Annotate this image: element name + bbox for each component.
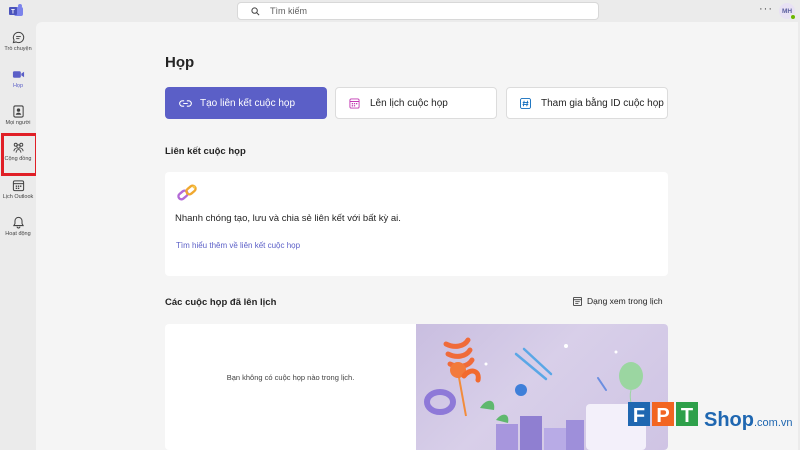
schedule-meeting-button[interactable]: Lên lịch cuộc họp — [335, 87, 497, 119]
join-with-id-label: Tham gia bằng ID cuộc họp — [541, 97, 664, 109]
sidebar-item-activity[interactable]: Hoạt động — [0, 216, 36, 237]
scheduled-meetings-card: Bạn không có cuộc họp nào trong lịch. — [165, 324, 668, 450]
meetings-panel: Họp Tạo liên kết cuộc họp Lên lịch cuộc … — [36, 22, 798, 450]
sidebar-item-label: Lịch Outlook — [2, 194, 34, 200]
link-icon — [179, 99, 192, 107]
top-bar: T Tìm kiếm ··· MH — [0, 0, 800, 22]
teams-logo-icon[interactable]: T — [9, 4, 23, 18]
sidebar-item-label: Trò chuyện — [4, 46, 32, 52]
more-options-button[interactable]: ··· — [759, 3, 773, 15]
chat-icon — [12, 31, 24, 44]
sidebar-item-meetings[interactable]: Họp — [0, 68, 36, 89]
contact-icon — [12, 105, 24, 118]
calendar-view-icon — [573, 296, 582, 306]
schedule-meeting-label: Lên lịch cuộc họp — [370, 97, 448, 109]
create-meeting-link-label: Tạo liên kết cuộc họp — [200, 97, 296, 109]
hash-icon — [520, 97, 531, 109]
sidebar-item-chat[interactable]: Trò chuyện — [0, 31, 36, 52]
search-placeholder: Tìm kiếm — [270, 6, 307, 16]
fpt-letter-f: F — [633, 405, 645, 427]
fptshop-watermark: F P T Shop.com.vn — [628, 400, 794, 440]
calendar-icon — [12, 180, 24, 192]
sidebar-item-outlook-calendar[interactable]: Lịch Outlook — [0, 179, 36, 200]
domain-text: .com.vn — [754, 417, 793, 429]
bell-icon — [12, 216, 24, 229]
meeting-links-heading: Liên kết cuộc họp — [165, 146, 246, 157]
fpt-letter-t: T — [681, 405, 693, 427]
learn-more-link[interactable]: Tìm hiểu thêm về liên kết cuộc họp — [176, 241, 300, 250]
calendar-view-toggle[interactable]: Dạng xem trong lịch — [573, 296, 663, 306]
svg-text:Shop.com.vn: Shop.com.vn — [704, 409, 793, 431]
video-icon — [12, 71, 24, 78]
shop-text: Shop — [704, 409, 754, 431]
app-sidebar: Trò chuyện Họp Mọi người Cộng đồng Lịch … — [0, 22, 36, 450]
join-with-id-button[interactable]: Tham gia bằng ID cuộc họp — [506, 87, 668, 119]
create-meeting-link-button[interactable]: Tạo liên kết cuộc họp — [165, 87, 327, 119]
scheduled-meetings-heading: Các cuộc họp đã lên lịch — [165, 297, 277, 308]
chain-link-icon — [177, 184, 197, 201]
user-avatar[interactable]: MH — [779, 3, 796, 20]
fpt-logo-icon: F P T Shop.com.vn — [628, 402, 793, 431]
page-title: Họp — [165, 54, 195, 71]
presence-status-icon — [790, 14, 796, 20]
search-box[interactable]: Tìm kiếm — [237, 2, 599, 20]
svg-text:T: T — [11, 10, 15, 16]
calendar-pink-icon — [349, 97, 360, 109]
meeting-links-card: Nhanh chóng tạo, lưu và chia sẻ liên kết… — [165, 172, 668, 276]
sidebar-item-label: Họp — [12, 83, 24, 89]
calendar-view-label: Dạng xem trong lịch — [587, 296, 663, 306]
fpt-letter-p: P — [656, 405, 669, 427]
search-icon — [251, 6, 260, 15]
sidebar-item-label: Hoạt động — [5, 231, 31, 237]
community-highlight-box — [1, 133, 38, 176]
no-meetings-message: Bạn không có cuộc họp nào trong lịch. — [226, 373, 355, 382]
sidebar-item-label: Mọi người — [5, 120, 31, 126]
meeting-links-description: Nhanh chóng tạo, lưu và chia sẻ liên kết… — [175, 213, 401, 224]
sidebar-item-people[interactable]: Mọi người — [0, 105, 36, 126]
